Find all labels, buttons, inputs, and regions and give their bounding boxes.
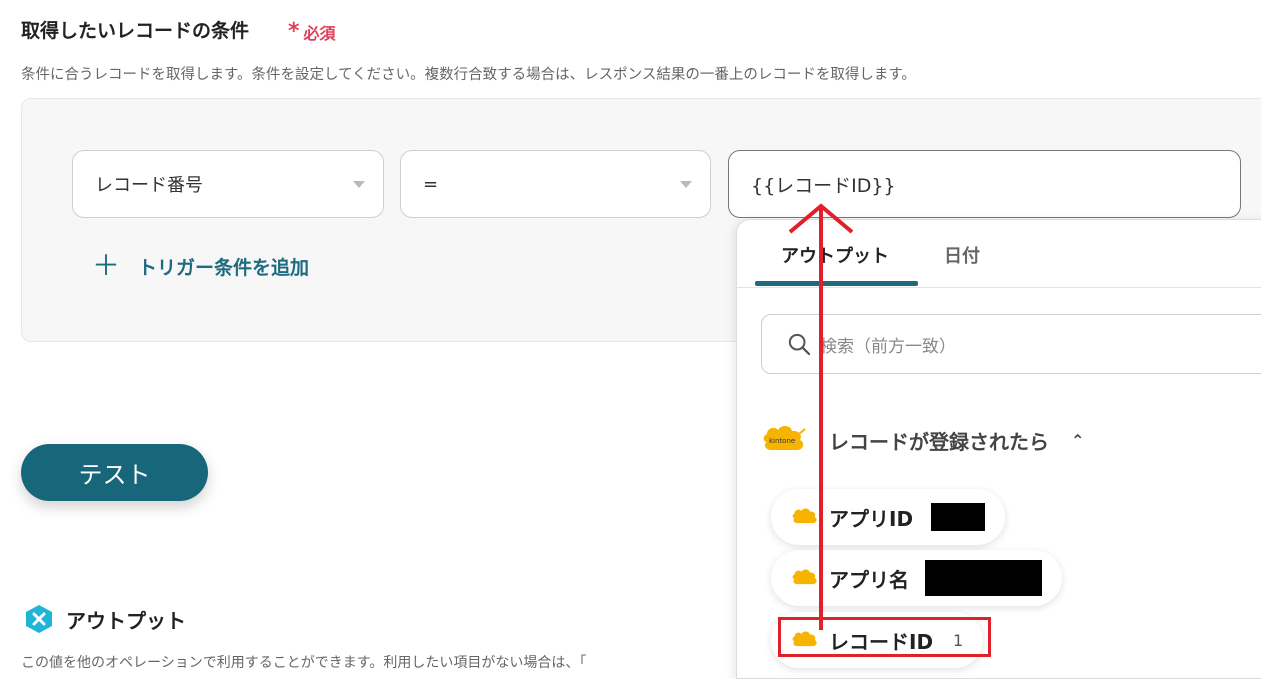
field-select-value: レコード番号 — [95, 175, 203, 196]
caret-down-icon — [353, 181, 365, 188]
variable-picker-popup: アウトプット 日付 検索（前方一致） kintone レコードが登録されたら ⌃… — [736, 219, 1261, 679]
caret-down-icon — [680, 181, 692, 188]
required-star: * — [288, 19, 300, 44]
required-badge: * 必須 — [288, 20, 336, 44]
output-group-label: レコードが登録されたら — [829, 429, 1049, 454]
output-item-label: アプリID — [829, 506, 914, 531]
section-title: 取得したいレコードの条件 — [21, 20, 250, 42]
kintone-icon — [792, 508, 817, 524]
search-placeholder: 検索（前方一致） — [820, 336, 956, 357]
value-input[interactable]: {{レコードID}} — [728, 150, 1241, 218]
field-select[interactable]: レコード番号 — [72, 150, 384, 218]
value-input-text: {{レコードID}} — [751, 174, 896, 197]
add-condition-label: トリガー条件を追加 — [138, 256, 310, 279]
output-group-header[interactable]: kintone レコードが登録されたら ⌃ — [761, 422, 1084, 458]
kintone-icon — [792, 569, 817, 585]
search-icon — [788, 333, 810, 355]
output-item-app-id[interactable]: アプリID — [771, 489, 1006, 545]
annotation-highlight-box — [778, 617, 991, 657]
operator-select[interactable]: = — [400, 150, 711, 218]
redacted-value — [925, 560, 1042, 596]
x-hexagon-icon — [26, 605, 52, 633]
required-label: 必須 — [303, 24, 336, 43]
svg-text:kintone: kintone — [769, 437, 795, 445]
output-item-label: アプリ名 — [829, 567, 909, 592]
output-item-app-name[interactable]: アプリ名 — [771, 550, 1062, 606]
section-description: 条件に合うレコードを取得します。条件を設定してください。複数行合致する場合は、レ… — [21, 67, 916, 83]
chevron-up-icon[interactable]: ⌃ — [1071, 431, 1084, 450]
test-button[interactable]: テスト — [21, 444, 208, 501]
kintone-logo: kintone — [763, 425, 806, 450]
active-tab-indicator — [755, 281, 918, 286]
search-input[interactable]: 検索（前方一致） — [761, 314, 1261, 374]
output-header: アウトプット — [24, 604, 186, 634]
output-description: この値を他のオペレーションで利用することができます。利用したい項目がない場合は、… — [21, 655, 587, 671]
tab-output[interactable]: アウトプット — [781, 242, 889, 268]
add-condition-button[interactable]: ＋ トリガー条件を追加 — [92, 252, 309, 280]
operator-select-value: = — [423, 173, 439, 195]
output-title: アウトプット — [66, 608, 186, 633]
popup-tabs: アウトプット 日付 — [737, 220, 1261, 288]
tab-date[interactable]: 日付 — [944, 242, 980, 268]
plus-icon: ＋ — [92, 249, 121, 282]
redacted-value — [931, 503, 986, 531]
